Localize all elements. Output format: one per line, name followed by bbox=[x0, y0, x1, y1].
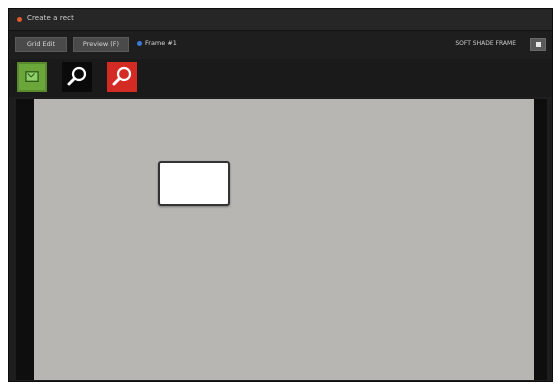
frame-indicator-icon bbox=[137, 41, 142, 46]
app-dot-icon bbox=[17, 17, 22, 22]
window-title: Create a rect bbox=[27, 14, 74, 22]
magnifier-icon bbox=[112, 66, 132, 86]
grid-edit-button[interactable]: Grid Edit bbox=[15, 37, 67, 52]
zoom-out-tool-button[interactable] bbox=[107, 62, 137, 92]
select-tool-button[interactable] bbox=[17, 62, 47, 92]
rectangle-shape[interactable] bbox=[158, 161, 230, 206]
preview-button[interactable]: Preview (F) bbox=[73, 37, 129, 52]
square-icon bbox=[536, 42, 541, 47]
toolbar: Grid Edit Preview (F) Frame #1 SOFT SHAD… bbox=[9, 32, 552, 58]
frame-label: Frame #1 bbox=[145, 39, 177, 47]
soft-shade-label: SOFT SHADE FRAME bbox=[455, 40, 516, 47]
zoom-in-tool-button[interactable] bbox=[62, 62, 92, 92]
app-window: Create a rect Grid Edit Preview (F) Fram… bbox=[8, 8, 553, 382]
select-rect-icon bbox=[25, 71, 39, 82]
tool-palette bbox=[9, 59, 552, 97]
soft-shade-toggle[interactable] bbox=[530, 38, 546, 51]
magnifier-icon bbox=[67, 66, 87, 86]
canvas-viewport bbox=[16, 99, 547, 380]
title-bar: Create a rect bbox=[9, 9, 552, 31]
drawing-canvas[interactable] bbox=[34, 99, 534, 380]
